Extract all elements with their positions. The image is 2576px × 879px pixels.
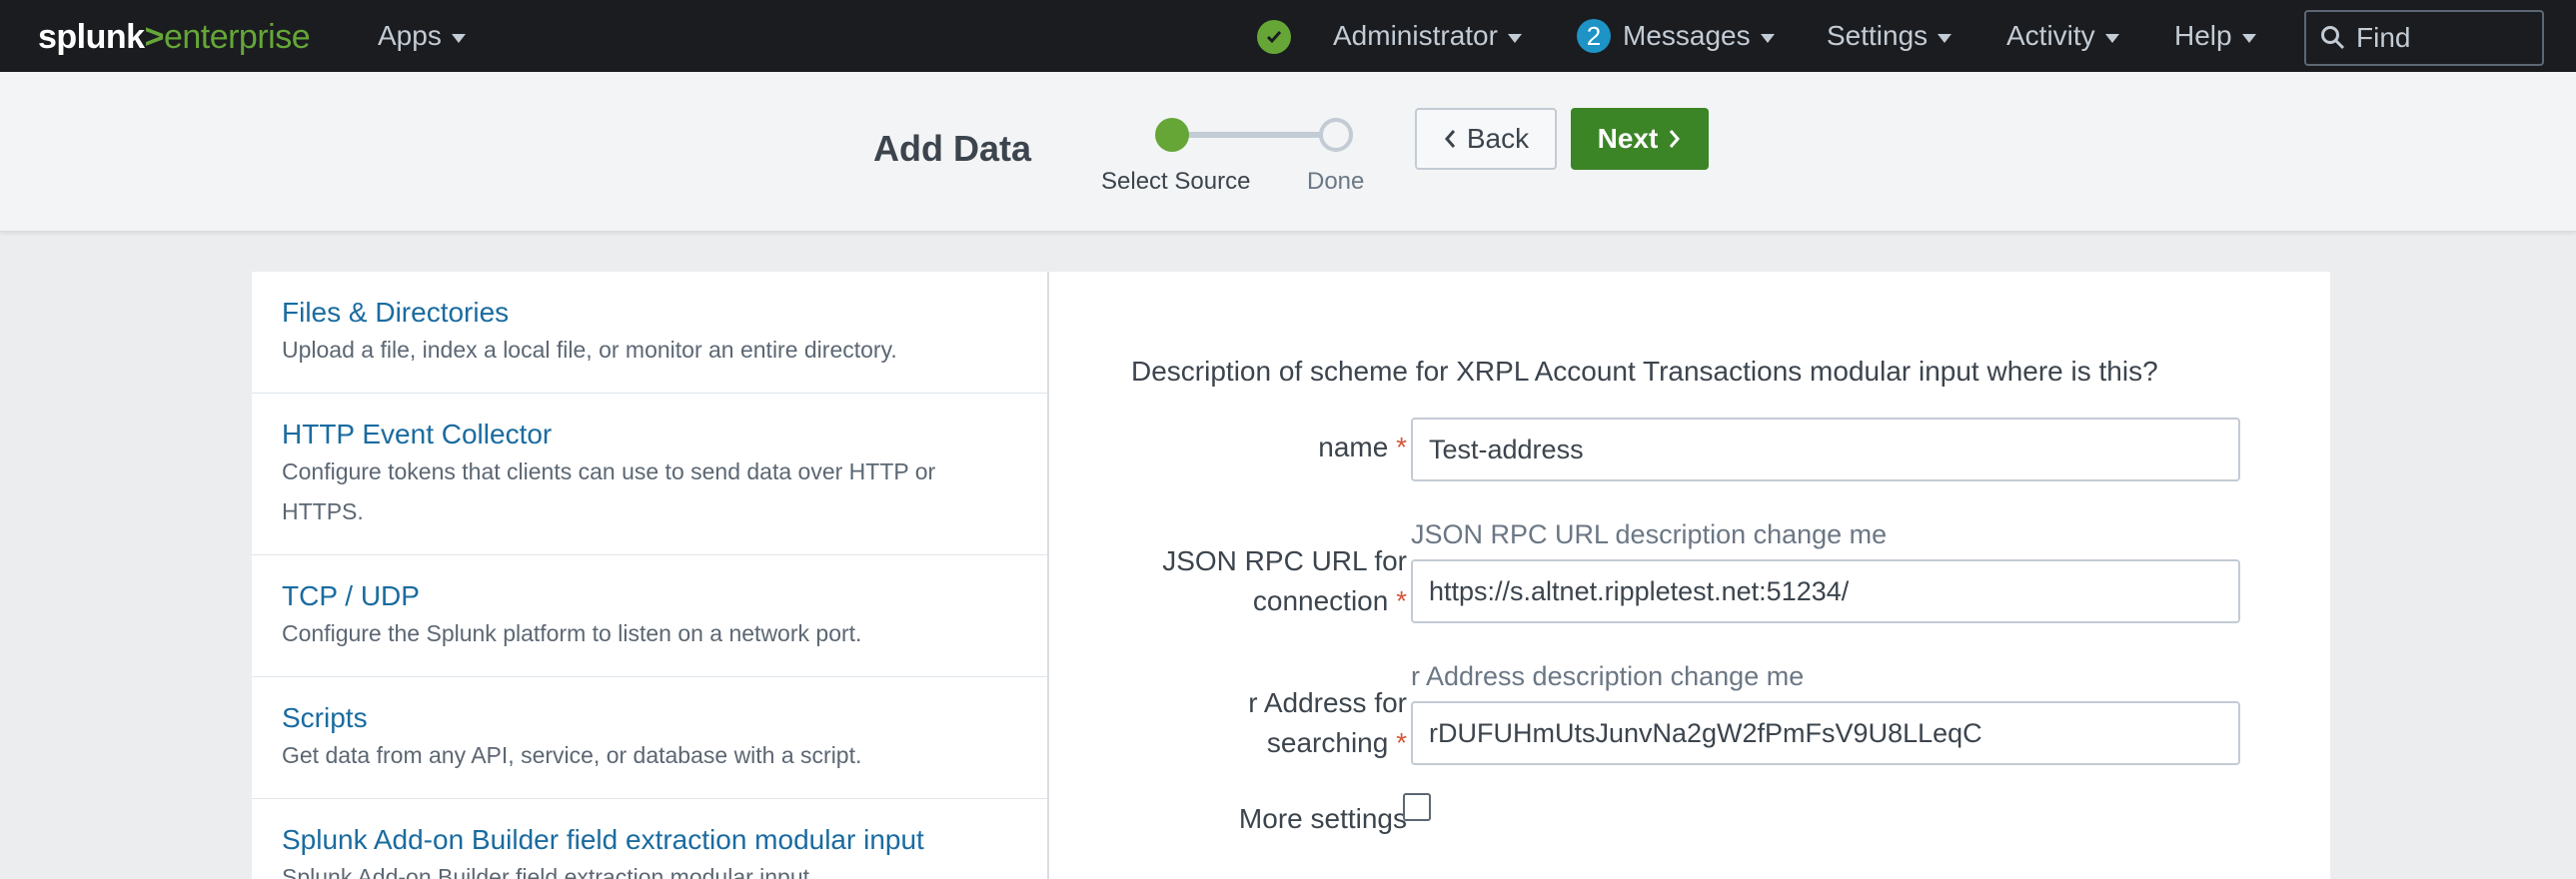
data-source-list: Files & Directories Upload a file, index… (252, 272, 1049, 879)
rpc-url-help-text: JSON RPC URL description change me (1411, 519, 1888, 549)
form-description: Description of scheme for XRPL Account T… (1131, 356, 2158, 387)
source-description: Configure the Splunk platform to listen … (282, 620, 862, 646)
find-placeholder: Find (2356, 22, 2411, 53)
source-description-cont: HTTPS. (282, 498, 364, 524)
source-item-files-directories[interactable]: Files & Directories Upload a file, index… (252, 272, 1047, 394)
step-label-select-source: Select Source (1101, 168, 1251, 195)
messages-count-badge: 2 (1577, 19, 1611, 53)
source-title: HTTP Event Collector (282, 419, 553, 449)
user-menu-label: Administrator (1333, 20, 1498, 51)
settings-menu-label: Settings (1827, 20, 1929, 51)
apps-menu-label: Apps (378, 20, 442, 51)
chevron-right-icon (1670, 130, 1681, 148)
step-label-done: Done (1307, 168, 1365, 195)
required-marker: * (1396, 432, 1407, 462)
add-data-wizard-header: Add Data Select Source Done Back Next (0, 72, 2576, 232)
name-input[interactable] (1411, 418, 2240, 481)
help-menu-label: Help (2174, 20, 2232, 51)
page-title: Add Data (873, 128, 1032, 169)
source-description: Configure tokens that clients can use to… (282, 458, 936, 484)
step-done-indicator (1319, 118, 1353, 152)
messages-menu[interactable]: 2 Messages (1577, 0, 1775, 72)
back-button-label: Back (1466, 123, 1530, 154)
required-marker: * (1396, 585, 1407, 616)
chevron-down-icon (1937, 33, 1952, 43)
messages-menu-label: Messages (1623, 20, 1751, 51)
user-menu[interactable]: Administrator (1333, 0, 1522, 72)
source-description: Splunk Add-on Builder field extraction m… (282, 864, 810, 879)
chevron-down-icon (451, 33, 466, 43)
modular-input-form: Description of scheme for XRPL Account T… (1051, 272, 2330, 879)
more-settings-checkbox[interactable] (1403, 793, 1431, 821)
next-button[interactable]: Next (1571, 108, 1709, 170)
logo-brand: splunk (38, 18, 145, 56)
step-select-source-indicator (1155, 118, 1189, 152)
help-menu[interactable]: Help (2174, 0, 2256, 72)
source-description: Upload a file, index a local file, or mo… (282, 337, 897, 363)
chevron-down-icon (2241, 33, 2256, 43)
more-settings-label: More settings (1238, 803, 1407, 834)
label-text: r Address for (1248, 687, 1407, 718)
source-title: TCP / UDP (282, 580, 420, 611)
source-description: Get data from any API, service, or datab… (282, 742, 862, 768)
rpc-url-field-label: JSON RPC URL for connection * (1162, 541, 1407, 621)
label-text: name (1318, 432, 1389, 462)
chevron-left-icon (1444, 130, 1456, 148)
label-text: JSON RPC URL for (1162, 545, 1407, 576)
label-text: connection (1252, 585, 1389, 616)
logo-gt: > (144, 18, 165, 56)
address-field-label: r Address for searching * (1248, 683, 1407, 763)
source-item-tcp-udp[interactable]: TCP / UDP Configure the Splunk platform … (252, 555, 1047, 677)
splunk-logo[interactable]: splunk>enterprise (38, 18, 311, 57)
apps-menu[interactable]: Apps (378, 0, 466, 72)
source-title: Splunk Add-on Builder field extraction m… (282, 824, 924, 855)
step-progress-line (1173, 132, 1335, 138)
add-data-panel: Files & Directories Upload a file, index… (252, 272, 2330, 879)
address-help-text: r Address description change me (1411, 661, 1805, 691)
health-status-check-icon[interactable] (1257, 20, 1291, 54)
name-field-label: name * (1318, 428, 1407, 467)
required-marker: * (1396, 727, 1407, 758)
rpc-url-input[interactable] (1411, 559, 2240, 623)
source-item-http-event-collector[interactable]: HTTP Event Collector Configure tokens th… (252, 394, 1047, 555)
source-title: Scripts (282, 702, 368, 733)
chevron-down-icon (2104, 33, 2119, 43)
source-item-addon-builder[interactable]: Splunk Add-on Builder field extraction m… (252, 799, 1047, 879)
search-icon (2321, 26, 2345, 50)
source-title: Files & Directories (282, 297, 510, 328)
activity-menu-label: Activity (2006, 20, 2095, 51)
find-search-box[interactable]: Find (2304, 10, 2544, 66)
label-text: searching (1266, 727, 1389, 758)
logo-product: enterprise (163, 18, 311, 56)
settings-menu[interactable]: Settings (1827, 0, 1952, 72)
address-input[interactable] (1411, 701, 2240, 765)
chevron-down-icon (1507, 33, 1522, 43)
chevron-down-icon (1760, 33, 1775, 43)
next-button-label: Next (1597, 123, 1659, 154)
top-nav-bar: splunk>enterprise Apps Administrator 2 M… (0, 0, 2576, 72)
activity-menu[interactable]: Activity (2006, 0, 2119, 72)
source-item-scripts[interactable]: Scripts Get data from any API, service, … (252, 677, 1047, 799)
back-button[interactable]: Back (1415, 108, 1557, 170)
